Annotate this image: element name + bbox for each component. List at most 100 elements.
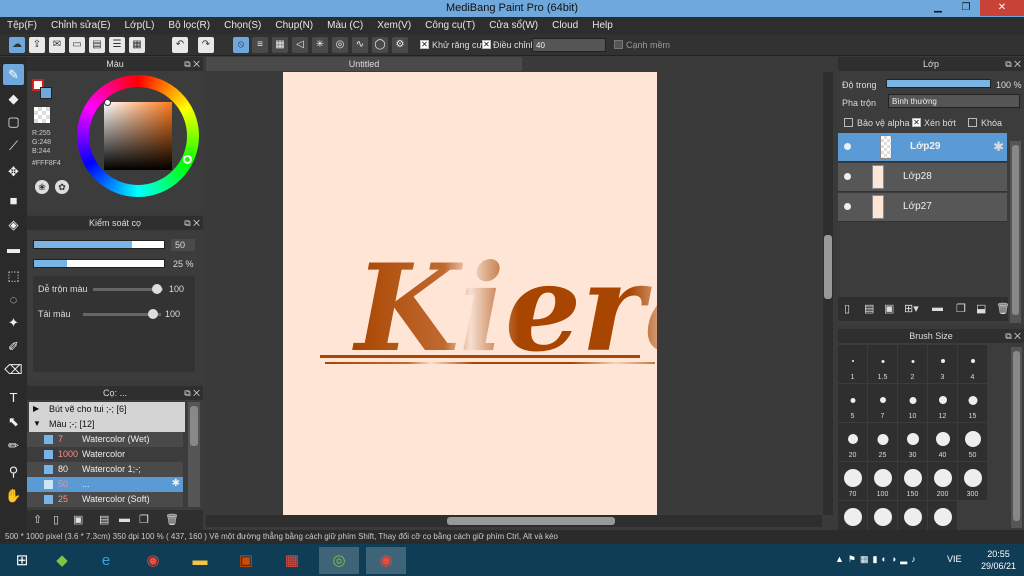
brush-size-preset[interactable]: 3 <box>928 345 957 383</box>
canvas-vscroll-thumb[interactable] <box>824 235 832 299</box>
menu-select[interactable]: Chọn(S) <box>217 17 268 34</box>
input-language[interactable]: VIE <box>947 554 962 564</box>
minimize-button[interactable]: ▁ <box>924 0 952 16</box>
brush-size-preset[interactable]: 1 <box>838 345 867 383</box>
brush-size-preset[interactable]: 2 <box>898 345 927 383</box>
windows-start-icon[interactable]: ⊞ <box>2 547 42 574</box>
eraser-tool-icon[interactable]: ◆ <box>3 88 24 109</box>
brushes-scrollbar[interactable] <box>188 402 200 507</box>
brush-size-preset[interactable]: 7 <box>868 384 897 422</box>
secondary-color-swatch[interactable] <box>40 87 52 99</box>
text-tool-icon[interactable]: T <box>3 387 24 408</box>
brush-size-preset[interactable]: 20 <box>838 423 867 461</box>
layer-row-28[interactable]: Lớp28 <box>838 163 1007 192</box>
gear-icon[interactable]: ✱ <box>172 478 180 489</box>
brush-size-preset[interactable]: 5 <box>838 384 867 422</box>
menu-window[interactable]: Cửa sổ(W) <box>482 17 545 34</box>
color-marker[interactable] <box>104 99 111 106</box>
hue-wheel[interactable] <box>77 75 199 197</box>
gradient-tool-icon[interactable]: ▬ <box>3 238 24 259</box>
blend-slider-knob[interactable] <box>152 284 162 294</box>
maximize-button[interactable]: ❐ <box>952 0 980 16</box>
menu-cloud[interactable]: Cloud <box>545 17 585 34</box>
panel-controls-icon[interactable]: ⧉ ✕ <box>184 57 200 71</box>
shape-tool-icon[interactable]: ▢ <box>3 111 24 132</box>
brushes-scrollbar-thumb[interactable] <box>190 406 198 446</box>
menu-file[interactable]: Tệp(F) <box>0 17 44 34</box>
visibility-eye-icon[interactable] <box>844 143 851 150</box>
brush-size-preset[interactable]: 10 <box>898 384 927 422</box>
menu-snap[interactable]: Chụp(N) <box>268 17 320 34</box>
layer-row-29[interactable]: Lớp29 ✱ <box>838 133 1007 162</box>
powerpoint-icon[interactable]: ▣ <box>226 547 266 574</box>
palette-icon[interactable]: ❀ <box>35 180 49 194</box>
clipping-checkbox[interactable]: ✕ <box>912 118 921 127</box>
hand-tool-icon[interactable]: ✋ <box>3 485 24 506</box>
cross-snap-icon[interactable]: ▦ <box>272 37 288 53</box>
redo-icon[interactable]: ↷ <box>198 37 214 53</box>
layer-row-27[interactable]: Lớp27 <box>838 193 1007 222</box>
select-tool-icon[interactable]: ⬚ <box>3 265 24 286</box>
close-button[interactable]: ✕ <box>980 0 1024 16</box>
comment-icon[interactable]: ✉ <box>49 37 65 53</box>
move-tool-icon[interactable]: ✥ <box>3 161 24 182</box>
fill-shape-tool-icon[interactable]: ■ <box>3 190 24 211</box>
brush-item[interactable]: 1000 Watercolor <box>27 447 183 462</box>
document-tab[interactable]: Untitled <box>206 57 522 71</box>
panel-controls-icon[interactable]: ⧉ ✕ <box>184 386 200 400</box>
brush-item-selected[interactable]: 50 ... ✱ <box>27 477 183 492</box>
ellipse-snap-icon[interactable]: ◯ <box>372 37 388 53</box>
cloud-icon[interactable]: ☁ <box>9 37 25 53</box>
drawing-canvas[interactable]: Kiera <box>283 72 722 515</box>
brush-size-preset[interactable]: 25 <box>868 423 897 461</box>
brush-size-preset[interactable]: 300 <box>958 462 987 500</box>
internet-explorer-icon[interactable]: e <box>86 547 126 574</box>
copy-brush-icon[interactable]: ❐ <box>139 513 149 526</box>
curve-snap-icon[interactable]: ∿ <box>352 37 368 53</box>
antialias-checkbox[interactable]: ✕ <box>420 40 429 49</box>
duplicate-layer-icon[interactable]: ❐ <box>956 302 966 315</box>
brush-size-preset[interactable]: 15 <box>958 384 987 422</box>
brush-opacity-bar[interactable] <box>33 259 165 268</box>
brush-size-preset[interactable]: 4 <box>958 345 987 383</box>
divide-tool-icon[interactable]: ✏ <box>3 435 24 456</box>
panel-controls-icon[interactable]: ⧉ ✕ <box>184 216 200 230</box>
medibang-taskbar-icon[interactable]: ◉ <box>366 547 406 574</box>
menu-view[interactable]: Xem(V) <box>370 17 418 34</box>
brush-group-pens[interactable]: ▶ Bút vẽ cho tui ;-; [6] <box>29 402 185 417</box>
brush-tool-icon[interactable]: ✎ <box>3 64 24 85</box>
chrome-icon[interactable]: ◉ <box>133 547 173 574</box>
eyedropper-tool-icon[interactable]: ⚲ <box>3 461 24 482</box>
radial-snap-icon[interactable]: ✳ <box>312 37 328 53</box>
brush-size-bar[interactable] <box>33 240 165 249</box>
menu-layer[interactable]: Lớp(L) <box>118 17 162 34</box>
folder-icon[interactable]: ▬ <box>119 513 130 525</box>
page-icon[interactable]: ▤ <box>89 37 105 53</box>
lasso-tool-icon[interactable]: ◌ <box>3 289 24 310</box>
layer-opacity-bar[interactable] <box>886 79 991 88</box>
menu-edit[interactable]: Chỉnh sửa(E) <box>44 17 118 34</box>
soft-edge-checkbox[interactable] <box>614 40 623 49</box>
new-8bit-layer-icon[interactable]: ▣ <box>884 302 894 315</box>
brush-item[interactable]: 80 Watercolor 1;-; <box>27 462 183 477</box>
settings-snap-icon[interactable]: ⚙ <box>392 37 408 53</box>
correction-checkbox[interactable]: ✕ <box>482 40 491 49</box>
visibility-eye-icon[interactable] <box>844 173 851 180</box>
delete-layer-icon[interactable]: 🗑 <box>996 302 1010 315</box>
brush-size-value[interactable]: 50 <box>171 239 195 251</box>
canvas-hscroll-thumb[interactable] <box>447 517 615 525</box>
menu-color[interactable]: Màu (C) <box>320 17 370 34</box>
brush-settings-icon[interactable]: ▤ <box>99 513 109 526</box>
chat-icon[interactable]: ▭ <box>69 37 85 53</box>
brush-cloud-icon[interactable]: ⇧ <box>33 513 42 526</box>
page-list-icon[interactable]: ☰ <box>109 37 125 53</box>
menu-filter[interactable]: Bộ lọc(R) <box>161 17 217 34</box>
layers-scrollbar[interactable] <box>1010 141 1021 323</box>
file-explorer-icon[interactable]: ▬ <box>180 547 220 574</box>
parallel-snap-icon[interactable]: ≡ <box>252 37 268 53</box>
brush-size-preset[interactable]: 200 <box>928 462 957 500</box>
saturation-square[interactable] <box>104 102 172 170</box>
menu-tools[interactable]: Công cụ(T) <box>418 17 482 34</box>
transparent-swatch[interactable] <box>34 107 50 123</box>
brush-group-colors[interactable]: ▼ Màu ;-; [12] <box>29 417 185 432</box>
